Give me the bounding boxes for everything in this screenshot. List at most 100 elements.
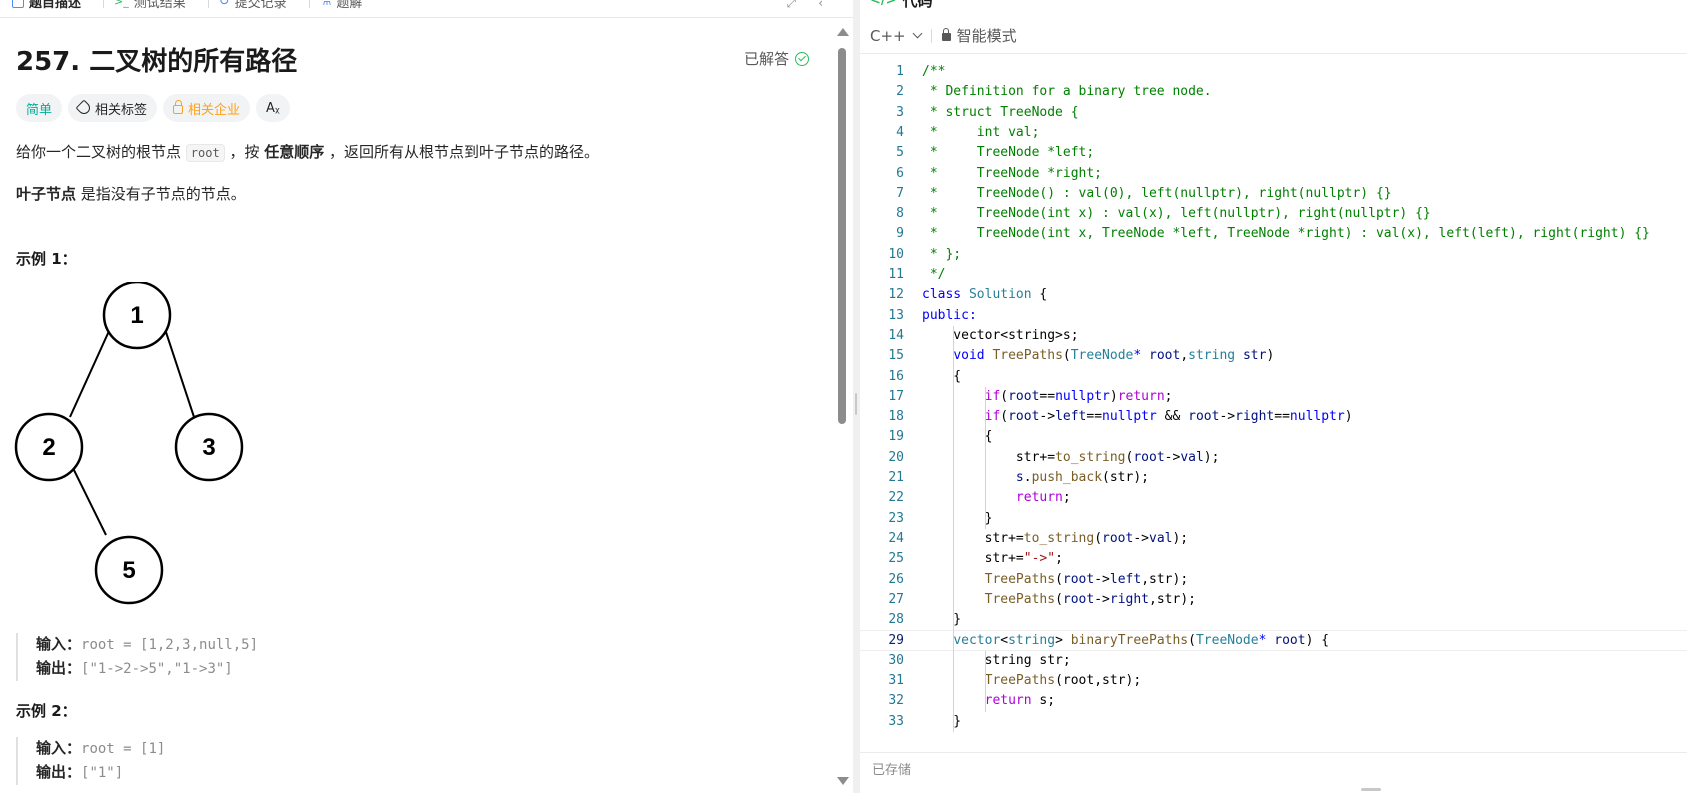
line-number: 7 bbox=[896, 185, 904, 201]
code-line[interactable]: 6 * TreeNode *right; bbox=[860, 164, 1687, 184]
toolbar-divider bbox=[930, 28, 932, 43]
tab-description[interactable]: 题目描述 bbox=[12, 0, 95, 11]
collapse-icon[interactable]: ‹ bbox=[818, 0, 823, 11]
code-line[interactable]: 2 * Definition for a binary tree node. bbox=[860, 82, 1687, 102]
code-line[interactable]: 29 vector<string> binaryTreePaths(TreeNo… bbox=[860, 630, 1687, 651]
code-text: vector<string>s; bbox=[922, 327, 1079, 343]
code-text: * TreeNode *right; bbox=[922, 165, 1103, 181]
code-panel-title: 代码 bbox=[902, 0, 933, 10]
smart-mode-toggle[interactable]: 智能模式 bbox=[941, 25, 1017, 46]
code-line[interactable]: 4 * int val; bbox=[860, 123, 1687, 143]
problem-title[interactable]: 257. 二叉树的所有路径 bbox=[16, 41, 297, 78]
code-text: if(root==nullptr)return; bbox=[984, 388, 1173, 404]
related-tags-button[interactable]: 相关标签 bbox=[68, 94, 158, 122]
tree-node-5: 5 bbox=[94, 535, 164, 605]
code-text: { bbox=[922, 368, 962, 384]
output-label: 输出： bbox=[36, 763, 82, 781]
code-text: } bbox=[922, 510, 993, 526]
code-text: { bbox=[922, 429, 993, 445]
code-text: /** bbox=[922, 64, 946, 79]
code-line[interactable]: 8 * TreeNode(int x) : val(x), left(nullp… bbox=[860, 204, 1687, 224]
related-companies-label: 相关企业 bbox=[188, 102, 241, 118]
code-line[interactable]: 10 * }; bbox=[860, 245, 1687, 265]
line-number: 3 bbox=[896, 104, 904, 120]
line-number: 31 bbox=[888, 673, 904, 688]
problem-panel: 题目描述 >_ 测试结果 ↻ 提交记录 ⚗ 题解 ⤢ ‹ 257. 二叉树的所有… bbox=[0, 0, 853, 793]
code-line[interactable]: 5 * TreeNode *left; bbox=[860, 143, 1687, 163]
output-value: ["1->2->5","1->3"] bbox=[81, 661, 233, 677]
tab-solutions[interactable]: ⚗ 题解 bbox=[320, 0, 377, 11]
line-number: 9 bbox=[896, 226, 904, 242]
language-select[interactable]: C++ bbox=[870, 26, 923, 45]
code-line[interactable]: 14 vector<string>s; bbox=[860, 326, 1687, 346]
example-1-title: 示例 1： bbox=[16, 250, 77, 268]
code-line[interactable]: 3 * struct TreeNode { bbox=[860, 103, 1687, 123]
line-number: 30 bbox=[888, 652, 904, 668]
maximize-icon[interactable]: ⤢ bbox=[787, 0, 797, 11]
code-line[interactable]: 26 TreePaths(root->left,str); bbox=[860, 570, 1687, 590]
line-number: 22 bbox=[888, 490, 904, 506]
line-number: 25 bbox=[888, 551, 904, 567]
code-line[interactable]: 27 TreePaths(root->right,str); bbox=[860, 590, 1687, 610]
code-line[interactable]: 24 str+=to_string(root->val); bbox=[860, 529, 1687, 549]
code-line[interactable]: 16 { bbox=[860, 367, 1687, 387]
code-line[interactable]: 9 * TreeNode(int x, TreeNode *left, Tree… bbox=[860, 224, 1687, 244]
input-value: root = [1,2,3,null,5] bbox=[81, 637, 259, 653]
code-text: TreePaths(root,str); bbox=[984, 673, 1142, 688]
smart-mode-label: 智能模式 bbox=[956, 27, 1017, 45]
bold-text: 叶子节点 bbox=[16, 185, 77, 203]
scroll-up-arrow-icon[interactable] bbox=[837, 28, 849, 36]
terminal-icon: >_ bbox=[114, 0, 129, 8]
code-line[interactable]: 1 /** bbox=[860, 62, 1687, 82]
line-number: 18 bbox=[888, 409, 904, 425]
line-number: 4 bbox=[896, 124, 904, 140]
code-editor[interactable]: 1 /** 2 * Definition for a binary tree nod… bbox=[860, 62, 1687, 733]
example-2-title: 示例 2： bbox=[16, 702, 77, 720]
description-scrollbar[interactable] bbox=[836, 26, 849, 793]
text: 是指没有子节点的节点。 bbox=[76, 185, 246, 203]
bottom-resize-grip-icon[interactable] bbox=[1361, 788, 1381, 791]
code-panel: </> 代码 C++ 智能模式 1 /** 2 * Definition for a… bbox=[860, 0, 1687, 793]
code-text: TreePaths(root->left,str); bbox=[984, 571, 1189, 587]
line-number: 16 bbox=[888, 368, 904, 384]
tab-submissions[interactable]: ↻ 提交记录 bbox=[219, 0, 301, 11]
tab-description-label: 题目描述 bbox=[29, 0, 82, 11]
code-text: * struct TreeNode { bbox=[922, 104, 1079, 120]
translate-icon: Aᵪ bbox=[266, 100, 280, 116]
scroll-down-arrow-icon[interactable] bbox=[837, 777, 849, 785]
problem-tabs: 题目描述 >_ 测试结果 ↻ 提交记录 ⚗ 题解 ⤢ ‹ bbox=[0, 0, 853, 18]
panel-resize-handle[interactable] bbox=[853, 0, 860, 793]
code-text: void TreePaths(TreeNode* root,string str… bbox=[953, 348, 1275, 364]
code-text: * TreeNode(int x) : val(x), left(nullptr… bbox=[922, 206, 1431, 222]
tree-node-label: 5 bbox=[122, 557, 135, 584]
code-line[interactable]: 13 public: bbox=[860, 306, 1687, 326]
code-line[interactable]: 7 * TreeNode() : val(0), left(nullptr), … bbox=[860, 184, 1687, 204]
code-text: */ bbox=[922, 267, 946, 282]
code-text: s.push_back(str); bbox=[1015, 470, 1149, 485]
code-line[interactable]: 11 */ bbox=[860, 265, 1687, 285]
line-number: 13 bbox=[888, 307, 904, 323]
example-2-io: 输入：root = [1] 输出：["1"] bbox=[16, 737, 165, 785]
code-text: string str; bbox=[922, 652, 1071, 668]
code-line[interactable]: 28 } bbox=[860, 610, 1687, 630]
scrollbar-thumb[interactable] bbox=[838, 48, 846, 424]
indent-guide bbox=[984, 650, 986, 712]
code-line[interactable]: 15 void TreePaths(TreeNode* root,string … bbox=[860, 346, 1687, 366]
tab-test-result[interactable]: >_ 测试结果 bbox=[114, 0, 200, 11]
translate-button[interactable]: Aᵪ bbox=[256, 94, 290, 122]
line-number: 15 bbox=[888, 348, 904, 364]
example-1-output: 输出：["1->2->5","1->3"] bbox=[36, 657, 258, 681]
tab-divider bbox=[308, 0, 310, 8]
code-line[interactable]: 33 } bbox=[860, 712, 1687, 732]
flask-icon: ⚗ bbox=[319, 0, 332, 9]
tab-test-result-label: 测试结果 bbox=[133, 0, 186, 11]
language-label: C++ bbox=[870, 26, 906, 45]
code-line[interactable]: 12 class Solution { bbox=[860, 285, 1687, 305]
code-line[interactable]: 25 str+="->"; bbox=[860, 549, 1687, 569]
difficulty-badge: 简单 bbox=[16, 94, 63, 122]
resize-grip-icon[interactable] bbox=[855, 393, 857, 415]
description-paragraph-2: 叶子节点 是指没有子节点的节点。 bbox=[16, 183, 246, 204]
example-2-input: 输入：root = [1] bbox=[36, 737, 165, 761]
related-companies-button[interactable]: 相关企业 bbox=[163, 94, 251, 122]
line-number: 2 bbox=[896, 84, 904, 100]
